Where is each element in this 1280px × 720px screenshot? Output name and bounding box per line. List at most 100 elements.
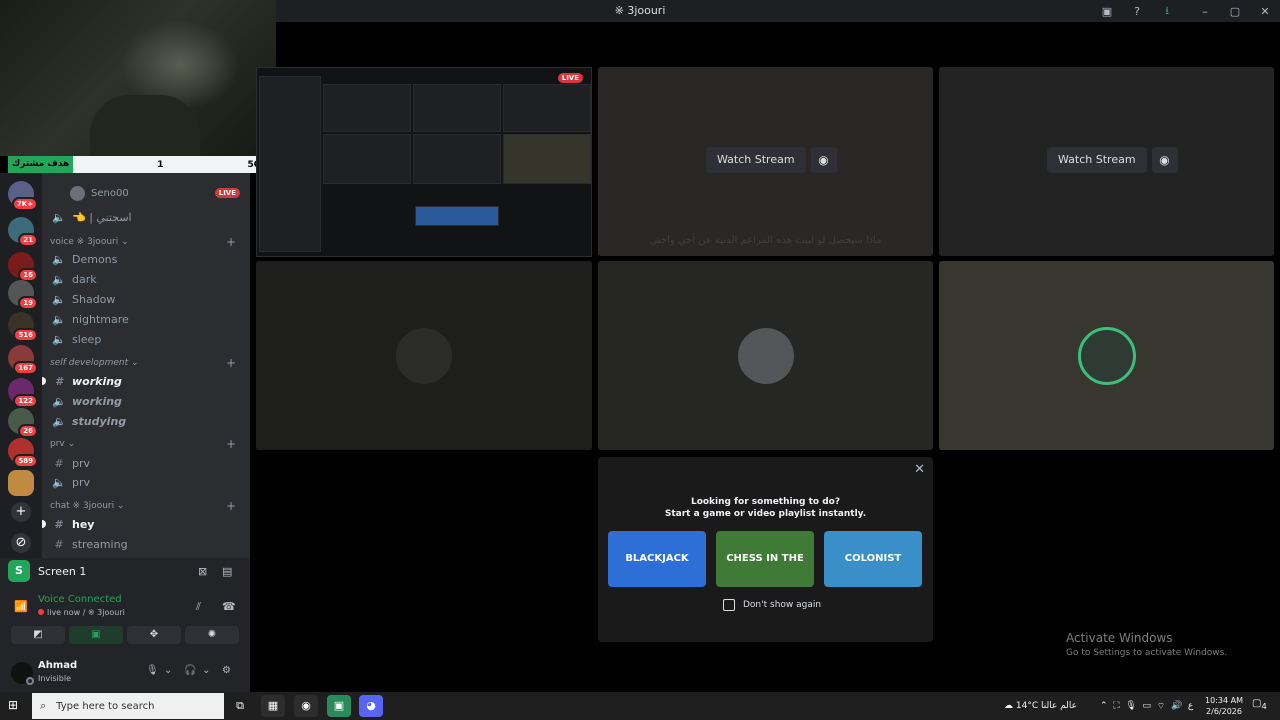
chrome-icon[interactable]: ◉ [294,695,318,717]
game-colonist[interactable]: COLONIST [824,531,922,587]
voice-channel[interactable]: 🔈 working [42,391,250,411]
dont-show-checkbox[interactable] [723,599,735,611]
server-badge: 122 [13,394,38,408]
category-header[interactable]: self development ⌄ + [50,355,246,371]
add-server-icon[interactable]: + [11,502,31,522]
noise-suppression-icon[interactable]: ⫽ [196,600,201,614]
live-stream-tile[interactable]: LIVE [256,67,592,257]
category-header[interactable]: prv ⌄ + [50,436,246,452]
add-channel-icon[interactable]: + [226,356,236,370]
download-icon[interactable]: ⭳ [1152,2,1182,21]
store-icon[interactable]: ▦ [261,695,285,717]
weather-widget[interactable]: ☁ 14°C عالم عالنا [1004,692,1077,720]
voice-channel[interactable]: 🔈 studying [42,411,250,431]
server-icon[interactable] [8,470,34,496]
voice-channel[interactable]: 🔈 dark [42,269,250,289]
text-channel[interactable]: # hey [42,514,250,534]
category-header[interactable]: voice ※ 3joouri ⌄ + [50,234,246,250]
screen-icon[interactable]: ▣ [1092,5,1122,18]
voice-channel[interactable]: 🔈 nightmare [42,309,250,329]
voice-channel[interactable]: 🔈 Demons [42,249,250,269]
channel-label: streaming [72,537,128,551]
tray-app-icon[interactable]: ⛶ [1113,701,1119,711]
screen-share-button[interactable]: ▣ [69,626,123,644]
stream-preview-tile [323,134,411,184]
server-icon[interactable]: 19 [8,280,38,310]
category-header[interactable]: chat ※ 3joouri ⌄ + [50,498,246,514]
minimize-icon[interactable]: – [1190,5,1220,18]
voice-channel[interactable]: 🔈 👈 | اسجتني [42,207,250,227]
discover-icon[interactable]: ⊘ [11,533,31,553]
server-badge: 26 [18,424,38,438]
webcam-overlay [0,0,276,156]
server-icon[interactable]: 122 [8,378,38,408]
voice-channel[interactable]: 🔈 Shadow [42,289,250,309]
windows-start-icon[interactable]: ⊞ [8,698,18,712]
text-channel[interactable]: # streaming [42,534,250,554]
server-icon[interactable]: 16 [8,252,38,282]
network-icon[interactable]: ⌔ [1157,701,1165,712]
stream-tile[interactable]: Watch Stream ◉ [939,67,1274,256]
server-icon[interactable]: 21 [8,217,38,247]
activities-icon[interactable]: ✥ [127,626,181,644]
system-tray: ⌃ ⛶ 🎙 ▭ ⌔ 🔊 ع [1100,692,1193,720]
server-icon[interactable]: 7K+ [8,181,38,211]
game-blackjack[interactable]: BLACKJACK [608,531,706,587]
chevron-down-icon[interactable]: ⌄ [202,665,210,676]
game-chess-in-the-park[interactable]: CHESS IN THE PARK [716,531,814,587]
task-view-icon[interactable]: ⧉ [228,695,252,717]
voice-channel[interactable]: 🔈 sleep [42,329,250,349]
microphone-icon[interactable]: 🎙 [146,665,159,676]
notification-icon[interactable]: ▢4 [1252,698,1267,711]
channel-label: working [72,394,122,408]
chevron-down-icon[interactable]: ⌄ [164,665,172,676]
stream-tile[interactable]: Watch Stream ◉ ماذا سيحصل لو لبنت هذه ال… [598,67,933,256]
server-icon[interactable]: 589 [8,438,38,468]
server-icon[interactable]: 26 [8,408,38,438]
maximize-icon[interactable]: ▢ [1220,5,1250,18]
participant-tile[interactable] [598,261,933,450]
camera-off-icon[interactable]: ◩ [11,626,65,644]
voice-user[interactable]: Seno00 LIVE [70,183,250,203]
headphones-icon[interactable]: 🎧 [184,665,196,676]
volume-icon[interactable]: 🔊 [1171,701,1182,711]
participant-tile[interactable] [256,261,592,450]
soundboard-icon[interactable]: ✺ [185,626,239,644]
user-panel: S Screen 1 ⊠ ▤ 📶 Voice Connected live no… [0,558,250,692]
battery-icon[interactable]: ▭ [1143,701,1152,711]
watch-stream-button[interactable]: Watch Stream [706,147,806,173]
channel-label: dark [72,272,97,286]
disconnect-icon[interactable]: ☎ [222,600,236,613]
server-icon[interactable]: 167 [8,345,38,375]
help-icon[interactable]: ? [1122,5,1152,18]
watch-stream-button[interactable]: Watch Stream [1047,147,1147,173]
preview-eye-icon[interactable]: ◉ [810,147,837,173]
voice-status[interactable]: Voice Connected [38,594,122,605]
add-channel-icon[interactable]: + [226,437,236,451]
app-icon[interactable]: ▣ [327,695,351,717]
text-channel[interactable]: # working [42,371,250,391]
discord-icon[interactable]: ◕ [359,695,383,717]
gear-icon[interactable]: ⚙ [222,665,231,676]
taskbar-search[interactable]: ⌕ Type here to search [32,693,224,719]
username[interactable]: Ahmad [38,660,77,671]
activate-title: Activate Windows [1066,631,1173,645]
voice-channel[interactable]: 🔈 prv [42,472,250,492]
participant-tile[interactable] [939,261,1274,450]
close-icon[interactable]: ✕ [914,462,925,477]
server-icon[interactable]: 516 [8,312,38,342]
stop-stream-icon[interactable]: ⊠ [198,565,207,578]
channel-label: working [72,374,122,388]
add-channel-icon[interactable]: + [226,499,236,513]
dont-show-again[interactable]: Don't show again [723,599,821,611]
add-channel-icon[interactable]: + [226,235,236,249]
screen-share-row[interactable]: S Screen 1 ⊠ ▤ [8,560,242,582]
text-channel[interactable]: # prv [42,453,250,473]
close-icon[interactable]: ✕ [1250,5,1280,18]
preview-eye-icon[interactable]: ◉ [1151,147,1178,173]
chevron-up-icon[interactable]: ⌃ [1100,701,1108,711]
language-indicator[interactable]: ع [1188,701,1193,711]
microphone-icon[interactable]: 🎙 [1125,701,1136,711]
clock[interactable]: 10:34 AM 2/6/2026 [1204,695,1244,717]
stream-settings-icon[interactable]: ▤ [222,565,232,578]
